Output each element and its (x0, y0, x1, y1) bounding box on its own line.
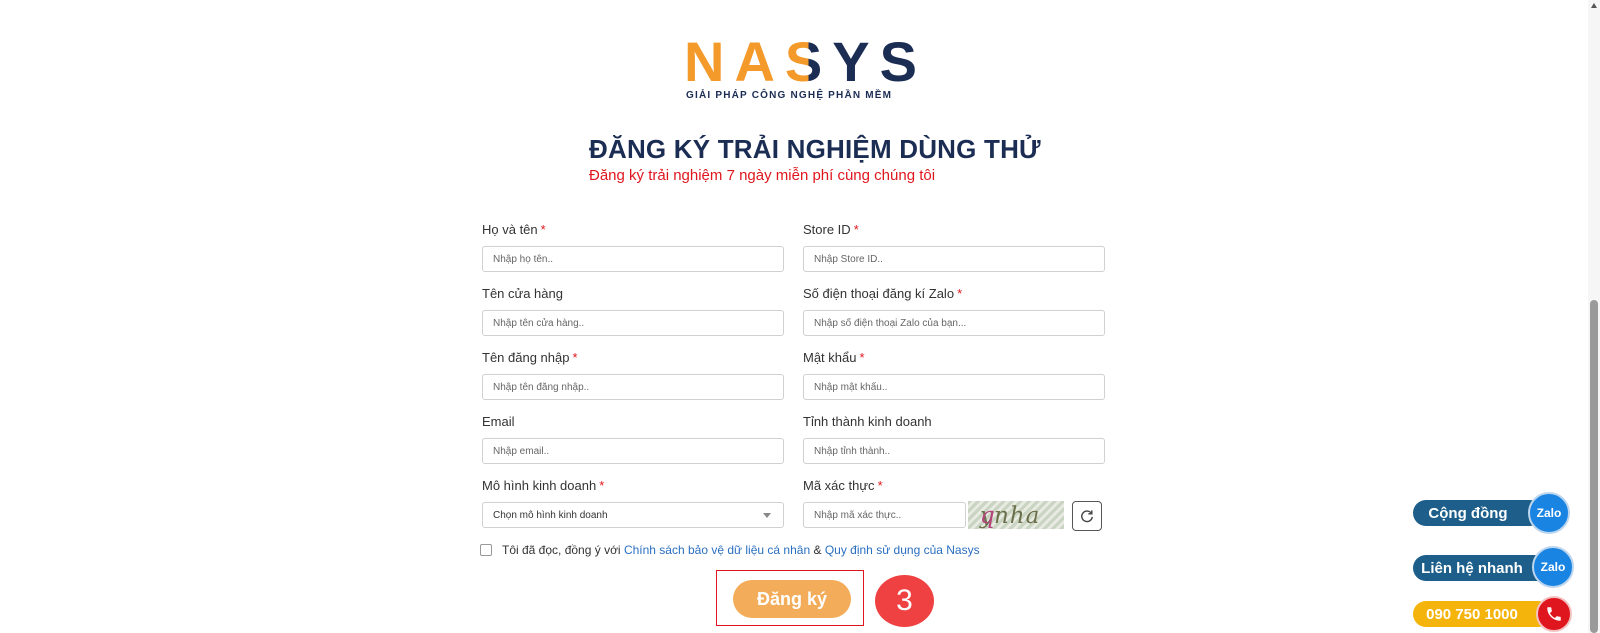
captcha-label: Mã xác thực * (803, 478, 883, 493)
quick-contact-button[interactable]: Liên hệ nhanh (1413, 555, 1551, 581)
captcha-image: ynha q (968, 501, 1064, 529)
scroll-up-icon[interactable] (1591, 3, 1597, 8)
captcha-input[interactable] (803, 502, 966, 528)
zalo-phone-input[interactable] (803, 310, 1105, 336)
community-button[interactable]: Cộng đồng (1413, 500, 1543, 526)
register-button[interactable]: Đăng ký (733, 580, 851, 618)
refresh-icon (1081, 510, 1093, 523)
required-mark: * (957, 286, 963, 301)
required-mark: * (859, 350, 865, 365)
full-name-input[interactable] (482, 246, 784, 272)
password-label: Mật khẩu * (803, 350, 865, 365)
required-mark: * (572, 350, 578, 365)
province-label: Tỉnh thành kinh doanh (803, 414, 932, 429)
privacy-policy-link[interactable]: Chính sách bảo vệ dữ liệu cá nhân (624, 543, 810, 557)
page-scrollbar[interactable] (1588, 0, 1600, 633)
page-subtitle: Đăng ký trải nghiệm 7 ngày miễn phí cùng… (589, 167, 936, 184)
required-mark: * (540, 222, 546, 237)
captcha-refresh-button[interactable] (1072, 501, 1102, 531)
terms-link[interactable]: Quy định sử dụng của Nasys (825, 543, 980, 557)
phone-icon[interactable] (1536, 596, 1572, 632)
nasys-logo[interactable]: NASYS GIẢI PHÁP CÔNG NGHỆ PHẦN MỀM (684, 34, 917, 104)
store-id-input[interactable] (803, 246, 1105, 272)
store-name-input[interactable] (482, 310, 784, 336)
agree-row: Tôi đã đọc, đồng ý với Chính sách bảo vệ… (480, 543, 980, 557)
zalo-phone-label: Số điện thoại đăng kí Zalo * (803, 286, 963, 301)
email-label: Email (482, 414, 515, 429)
username-label: Tên đăng nhập * (482, 350, 578, 365)
scrollbar-thumb[interactable] (1590, 300, 1598, 633)
logo-wordmark: NASYS (684, 30, 927, 93)
full-name-label: Họ và tên * (482, 222, 546, 237)
page-title: ĐĂNG KÝ TRẢI NGHIỆM DÙNG THỬ (589, 134, 1041, 164)
zalo-contact-icon[interactable]: Zalo (1532, 546, 1574, 588)
logo-tagline: GIẢI PHÁP CÔNG NGHỆ PHẦN MỀM (686, 90, 893, 101)
email-input[interactable] (482, 438, 784, 464)
business-model-selected: Chọn mô hình kinh doanh (493, 509, 608, 521)
province-input[interactable] (803, 438, 1105, 464)
business-model-select[interactable]: Chọn mô hình kinh doanh (482, 502, 784, 528)
hotline-button[interactable]: 090 750 1000 (1413, 601, 1551, 627)
required-mark: * (599, 478, 605, 493)
phone-glyph-icon (1547, 607, 1561, 621)
zalo-community-icon[interactable]: Zalo (1528, 492, 1570, 534)
agree-ampersand: & (813, 543, 822, 557)
store-id-label: Store ID * (803, 222, 859, 237)
store-name-label: Tên cửa hàng (482, 286, 563, 301)
chevron-down-icon (763, 513, 771, 518)
agree-text: Tôi đã đọc, đồng ý với (502, 543, 621, 557)
agree-checkbox[interactable] (480, 544, 492, 556)
required-mark: * (853, 222, 859, 237)
step-number-badge: 3 (875, 575, 934, 627)
password-input[interactable] (803, 374, 1105, 400)
required-mark: * (877, 478, 883, 493)
business-model-label: Mô hình kinh doanh * (482, 478, 605, 493)
username-input[interactable] (482, 374, 784, 400)
